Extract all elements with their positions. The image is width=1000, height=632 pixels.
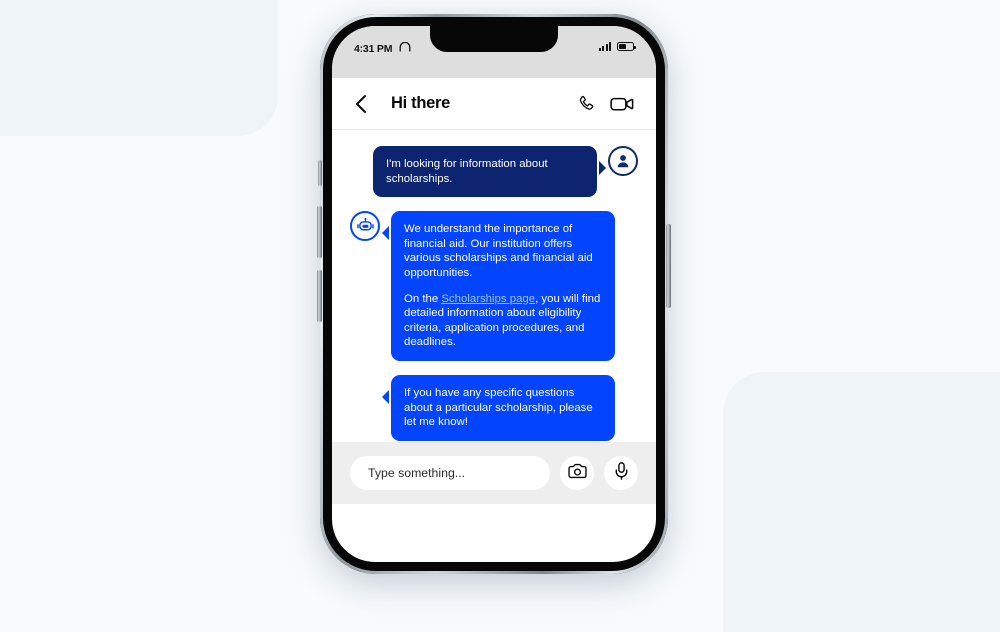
status-bar-left: 4:31 PM <box>354 41 411 55</box>
headphones-icon <box>399 41 411 55</box>
page-title: Hi there <box>391 94 451 112</box>
phone-mockup: 4:31 PM Hi there I'm looking for informa… <box>317 14 671 574</box>
background-shape-top-left <box>0 0 278 136</box>
message-text: We understand the importance of financia… <box>404 223 593 279</box>
message-input[interactable]: Type something... <box>350 456 550 490</box>
message-list[interactable]: I'm looking for information about schola… <box>332 130 656 442</box>
message-text-with-link: On the Scholarships page, you will find … <box>404 292 602 350</box>
link-prefix-text: On the <box>404 292 442 305</box>
robot-avatar-icon <box>350 211 380 242</box>
video-camera-icon[interactable] <box>610 94 634 114</box>
message-row-bot-followup: If you have any specific questions about… <box>350 374 638 441</box>
status-bar: 4:31 PM <box>332 26 656 78</box>
chevron-left-icon[interactable] <box>354 94 367 114</box>
message-input-placeholder: Type something... <box>368 466 466 480</box>
silence-switch[interactable] <box>318 160 322 186</box>
chat-header: Hi there <box>332 78 656 130</box>
camera-icon <box>567 463 587 484</box>
status-time: 4:31 PM <box>354 42 393 55</box>
message-composer: Type something... <box>332 442 656 504</box>
person-avatar-icon <box>608 146 638 176</box>
message-bubble-bot-followup: If you have any specific questions about… <box>382 374 615 441</box>
camera-button[interactable] <box>560 456 594 490</box>
phone-icon[interactable] <box>576 94 596 114</box>
status-bar-right <box>598 42 636 51</box>
message-bubble-user: I'm looking for information about schola… <box>373 146 606 198</box>
message-row-bot: We understand the importance of financia… <box>350 211 638 361</box>
message-text: If you have any specific questions about… <box>404 386 593 429</box>
message-row-user: I'm looking for information about schola… <box>350 146 638 198</box>
phone-screen: 4:31 PM Hi there I'm looking for informa… <box>332 26 656 562</box>
power-button[interactable] <box>666 224 671 308</box>
scholarships-page-link[interactable]: Scholarships page <box>441 293 535 305</box>
volume-up-button[interactable] <box>317 206 322 258</box>
phone-notch <box>430 26 558 52</box>
background-shape-bottom-right <box>723 372 1000 632</box>
message-text: I'm looking for information about schola… <box>386 158 548 185</box>
battery-icon <box>617 42 636 51</box>
volume-down-button[interactable] <box>317 270 322 322</box>
signal-bars-icon <box>598 42 611 51</box>
microphone-icon <box>614 461 629 485</box>
message-bubble-bot: We understand the importance of financia… <box>382 211 615 361</box>
microphone-button[interactable] <box>604 456 638 490</box>
